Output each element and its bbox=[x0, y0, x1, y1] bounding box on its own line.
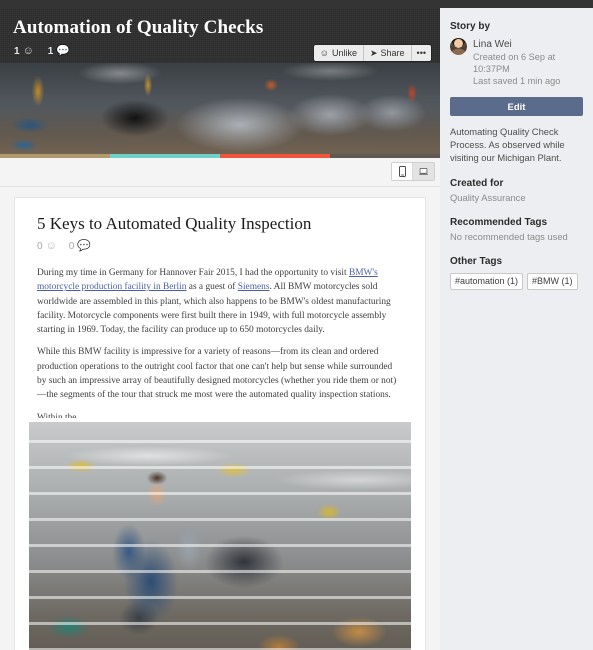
created-for-value: Quality Assurance bbox=[450, 191, 526, 203]
speech-bubble-icon: 💬 bbox=[77, 240, 92, 252]
desktop-monitor-icon bbox=[419, 168, 428, 175]
other-tags-heading: Other Tags bbox=[450, 255, 503, 267]
article-body: During my time in Germany for Hannover F… bbox=[15, 252, 425, 403]
article-link[interactable]: BMW's motorcycle production facility in … bbox=[37, 268, 378, 292]
article-card: 5 Keys to Automated Quality Inspection 0… bbox=[14, 197, 426, 650]
desktop-view-button[interactable] bbox=[413, 163, 434, 180]
top-dark-strip bbox=[0, 0, 593, 8]
recommended-tags-value: No recommended tags used bbox=[450, 230, 568, 242]
author-last-saved: Last saved 1 min ago bbox=[473, 76, 561, 87]
mobile-phone-icon bbox=[398, 166, 406, 177]
smiley-icon: ☺ bbox=[22, 45, 34, 57]
share-button[interactable]: ➤ Share bbox=[363, 45, 412, 61]
author-meta: Lina Wei Created on 6 Sep at 10:37PM Las… bbox=[473, 38, 583, 88]
avatar bbox=[450, 38, 467, 55]
author-row: Lina Wei Created on 6 Sep at 10:37PM Las… bbox=[440, 32, 593, 88]
story-comment-value: 1 bbox=[47, 46, 54, 57]
share-button-label: Share bbox=[380, 47, 405, 58]
ellipsis-icon: ••• bbox=[416, 47, 426, 58]
story-by-heading: Story by bbox=[450, 21, 491, 32]
article-stats: 0 ☺ 0 💬 bbox=[15, 234, 425, 253]
device-preview-bar bbox=[0, 158, 440, 187]
author-name: Lina Wei bbox=[473, 39, 512, 50]
story-like-count: 1 ☺ bbox=[14, 45, 34, 58]
author-created-date: Created on 6 Sep at 10:37PM bbox=[473, 52, 556, 75]
article-paragraph: While this BMW facility is impressive fo… bbox=[37, 347, 397, 401]
unlike-button-label: Unlike bbox=[331, 47, 357, 58]
speech-bubble-icon: 💬 bbox=[56, 45, 71, 57]
story-hero-image bbox=[0, 63, 440, 158]
tag-chip[interactable]: #automation (1) bbox=[450, 272, 524, 290]
story-header: Automation of Quality Checks 1 ☺ 1 💬 ☺ U… bbox=[0, 8, 440, 63]
article-inline-photo bbox=[29, 421, 411, 650]
article-comment-count: 0 💬 bbox=[68, 240, 92, 253]
story-stats: 1 ☺ 1 💬 bbox=[14, 45, 71, 58]
article-link[interactable]: Siemens bbox=[238, 282, 270, 292]
more-options-button[interactable]: ••• bbox=[411, 45, 431, 61]
story-header-actions: ☺ Unlike ➤ Share ••• bbox=[313, 45, 431, 61]
share-arrow-icon: ➤ bbox=[369, 47, 378, 58]
edit-button[interactable]: Edit bbox=[450, 96, 583, 116]
photo-worker-motorcycle-engine bbox=[29, 421, 411, 650]
story-comment-count: 1 💬 bbox=[47, 45, 71, 58]
article-comment-value: 0 bbox=[68, 241, 75, 252]
device-toggle-group bbox=[391, 162, 435, 181]
story-sidebar: Story by Lina Wei Created on 6 Sep at 10… bbox=[440, 8, 593, 650]
created-for-heading: Created for bbox=[450, 177, 504, 189]
article-clipped-line: Within the bbox=[37, 412, 77, 418]
story-column: Automation of Quality Checks 1 ☺ 1 💬 ☺ U… bbox=[0, 8, 440, 650]
app-root: Automation of Quality Checks 1 ☺ 1 💬 ☺ U… bbox=[0, 0, 593, 650]
tag-chip[interactable]: #BMW (1) bbox=[527, 272, 578, 290]
recommended-tags-heading: Recommended Tags bbox=[450, 216, 548, 228]
mobile-view-button[interactable] bbox=[392, 163, 413, 180]
story-description: Automating Quality Check Process. As obs… bbox=[450, 125, 565, 164]
other-tags-list: #automation (1) #BMW (1) bbox=[440, 267, 593, 290]
article-like-value: 0 bbox=[37, 241, 43, 252]
story-like-value: 1 bbox=[14, 46, 20, 57]
article-paragraph: During my time in Germany for Hannover F… bbox=[37, 268, 391, 336]
unlike-button[interactable]: ☺ Unlike bbox=[313, 45, 364, 61]
article-like-count: 0 ☺ bbox=[37, 240, 57, 253]
smiley-icon: ☺ bbox=[319, 47, 329, 58]
story-title: Automation of Quality Checks bbox=[13, 17, 264, 38]
article-title: 5 Keys to Automated Quality Inspection bbox=[37, 214, 312, 233]
smiley-icon: ☺ bbox=[45, 240, 57, 252]
hero-overlay bbox=[0, 63, 440, 158]
